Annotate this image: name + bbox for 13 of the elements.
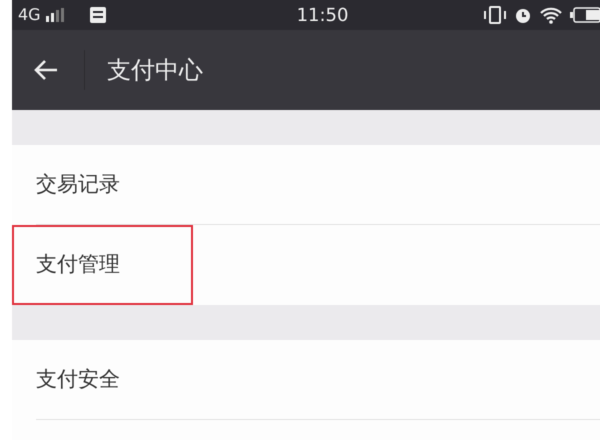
signal-icon xyxy=(44,8,65,22)
alarm-icon xyxy=(514,6,532,24)
battery-icon xyxy=(570,7,600,23)
wifi-icon xyxy=(540,6,562,24)
vibrate-icon xyxy=(484,6,506,24)
menu-item[interactable]: 支付管理 xyxy=(12,225,193,305)
back-arrow-icon xyxy=(34,59,58,81)
app-notification-icon xyxy=(88,6,107,24)
menu-item[interactable]: 交易记录 xyxy=(12,145,600,225)
network-label: 4G xyxy=(18,4,41,26)
menu-item[interactable]: 支付安全 xyxy=(12,340,600,420)
status-time: 11:50 xyxy=(296,4,348,28)
page-title: 支付中心 xyxy=(107,55,203,86)
